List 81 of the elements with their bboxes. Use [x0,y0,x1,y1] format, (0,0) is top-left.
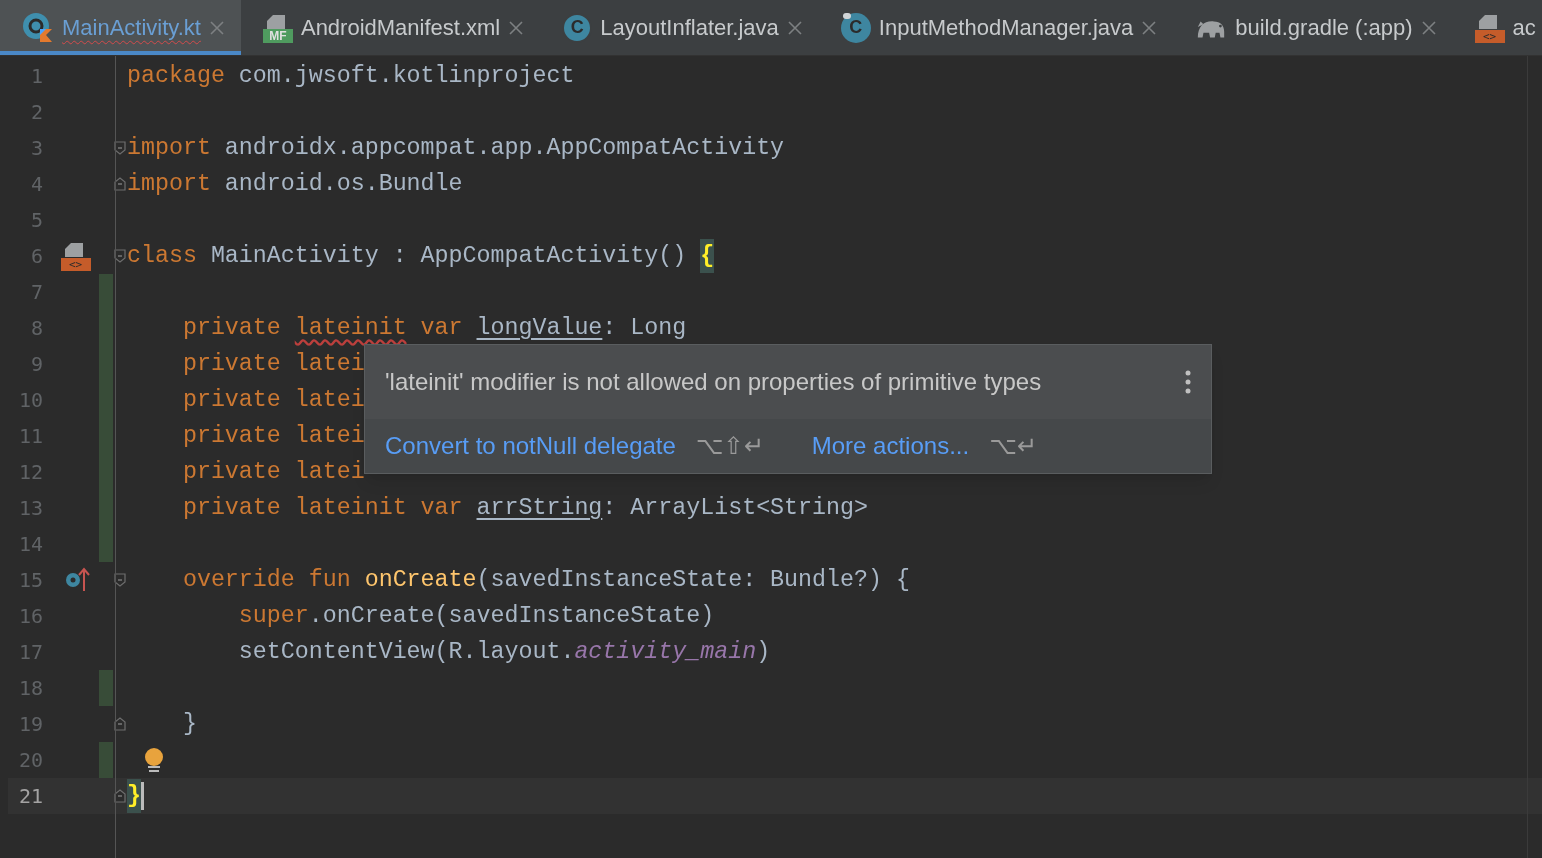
code-text: .onCreate(savedInstanceState) [308,601,715,631]
code-text: private [181,313,282,343]
keyboard-shortcut: ⌥↵ [989,431,1037,462]
close-icon [208,19,225,36]
kotlin-file-icon [22,11,54,44]
code-text: activity_main [574,637,757,667]
tab-label: InputMethodManager.java [878,14,1134,42]
close-icon [786,19,803,36]
quick-fix-link[interactable]: More actions... [811,428,970,464]
text-caret [141,782,144,810]
line-number: 12 [17,459,43,486]
line-number: 20 [17,747,43,774]
code-text: (savedInstanceState: Bundle?) { [476,565,910,595]
error-message: 'lateinit' modifier is not allowed on properties of primitive types [385,367,1042,397]
fold-icon[interactable] [113,572,127,588]
code-text: lateinit [294,313,407,343]
code-text: private latei [181,457,365,487]
line-number: 5 [29,207,43,234]
tab-label: MainActivity.kt [62,14,201,42]
code-text: onCreate [364,565,477,595]
class-icon: C [562,12,593,43]
code-text: private lateinit var [181,493,464,523]
tab-label: AndroidManifest.xml [300,14,501,42]
code-text: } [181,709,197,739]
code-text: MainActivity : AppCompatActivity() [209,241,688,271]
code-text: var [419,313,464,343]
fold-icon[interactable] [113,788,127,804]
code-text: package [127,61,225,91]
code-text: super [237,601,309,631]
close-icon [508,19,525,36]
quick-fix-link[interactable]: Convert to notNull delegate [385,428,676,464]
code-text: override fun [181,565,352,595]
code-text: class [127,241,197,271]
override-icon[interactable] [63,567,90,593]
keyboard-shortcut: ⌥⇧↵ [695,431,764,462]
line-number: 8 [29,315,43,342]
fold-icon[interactable] [113,248,127,264]
code-text: longValue [476,313,603,343]
class-icon: C [840,12,871,43]
line-number: 19 [17,711,43,738]
line-number: 2 [29,99,43,126]
tab-label: LayoutInflater.java [600,14,779,42]
code-text: import [127,133,211,163]
line-number: 18 [17,675,43,702]
line-number: 6 [29,243,43,270]
close-icon [1141,19,1158,36]
lightbulb-icon[interactable] [143,747,165,773]
line-number: 21 [17,783,43,810]
code-text: com.jwsoft.kotlinproject [237,61,575,91]
tab-label: ac [1512,14,1536,42]
code-text: : ArrayList<String> [602,493,868,523]
code-text: arrString [476,493,603,523]
line-number: 10 [17,387,43,414]
fold-icon[interactable] [113,140,127,156]
more-options-icon[interactable] [1185,370,1191,394]
code-text: private latei [181,385,365,415]
fold-icon[interactable] [113,716,127,732]
line-number: 14 [17,531,43,558]
code-text: private latei [181,421,365,451]
code-text: setContentView(R.layout. [237,637,575,667]
line-number: 4 [29,171,43,198]
code-text: { [700,238,715,274]
line-number: 15 [17,567,43,594]
code-text: android.os.Bundle [223,169,463,199]
code-text: private latei [181,349,365,379]
line-number: 11 [17,423,43,450]
line-number: 13 [17,495,43,522]
code-text: androidx.appcompat.app.AppCompatActivity [223,133,785,163]
fold-icon[interactable] [113,176,127,192]
code-text: } [127,778,141,814]
line-number: 9 [29,351,43,378]
line-number: 16 [17,603,43,630]
line-number: 1 [29,63,43,90]
code-text: import [127,169,211,199]
line-number: 3 [29,135,43,162]
line-number: 17 [17,639,43,666]
code-text: : Long [602,313,687,343]
close-icon [1420,19,1437,36]
line-number: 7 [29,279,43,306]
tab-label: build.gradle (:app) [1235,14,1413,42]
code-text: ) [756,637,771,667]
